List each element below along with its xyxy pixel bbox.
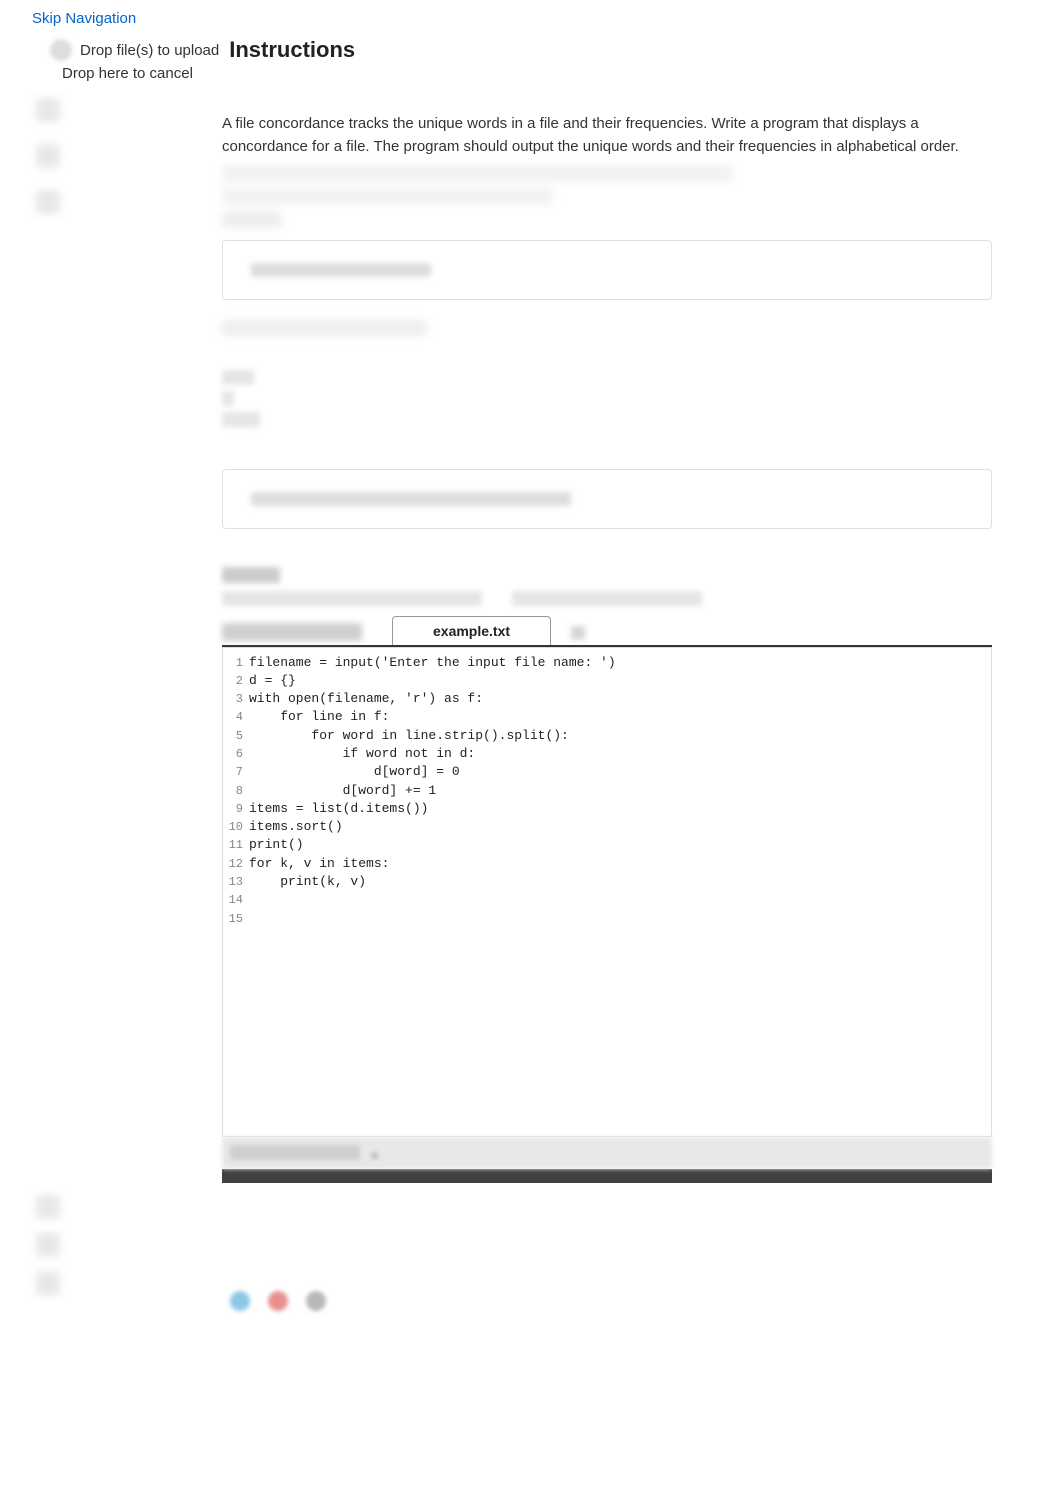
sidebar-bottom-item-1[interactable] <box>36 1195 60 1219</box>
blurred-code-content <box>251 492 571 506</box>
code-line: 14 <box>223 891 991 909</box>
grading-row <box>222 591 992 606</box>
code-editor[interactable]: 1filename = input('Enter the input file … <box>222 647 992 1137</box>
grading-left <box>222 591 482 606</box>
sidebar-item-2[interactable] <box>36 144 60 168</box>
sidebar-nav <box>36 98 60 214</box>
code-line: 1filename = input('Enter the input file … <box>223 654 991 672</box>
terminal-tab-bar: × <box>222 1137 992 1169</box>
status-icon-row <box>230 1291 992 1311</box>
code-line: 4 for line in f: <box>223 708 991 726</box>
status-icon-error[interactable] <box>268 1291 288 1311</box>
grading-right <box>512 591 702 606</box>
blurred-text-line <box>222 320 427 336</box>
upload-cancel-text: Drop here to cancel <box>0 65 1062 82</box>
terminal-output[interactable] <box>222 1169 992 1183</box>
blurred-word <box>222 391 234 406</box>
code-line: 2d = {} <box>223 672 991 690</box>
sidebar-bottom-item-2[interactable] <box>36 1233 60 1257</box>
tab-example-txt[interactable]: example.txt <box>392 616 551 645</box>
status-icon-settings[interactable] <box>306 1291 326 1311</box>
blurred-label <box>222 211 282 228</box>
terminal-close-icon[interactable]: × <box>370 1148 380 1158</box>
code-line: 13 print(k, v) <box>223 873 991 891</box>
terminal-tab[interactable] <box>230 1145 360 1160</box>
header-row: Drop file(s) to upload Instructions <box>0 37 1062 63</box>
code-line: 5 for word in line.strip().split(): <box>223 727 991 745</box>
example-code-box-2 <box>222 469 992 529</box>
example-code-box-1 <box>222 240 992 300</box>
app-logo <box>50 39 72 61</box>
tab-add-icon[interactable] <box>571 626 585 640</box>
instructions-paragraph: A file concordance tracks the unique wor… <box>222 112 992 159</box>
status-icon-info[interactable] <box>230 1291 250 1311</box>
page-title: Instructions <box>229 37 355 63</box>
code-line: 11print() <box>223 836 991 854</box>
blurred-text-line <box>222 188 552 205</box>
blurred-code-content <box>251 263 431 277</box>
code-line: 12for k, v in items: <box>223 855 991 873</box>
file-tab-bar: example.txt <box>222 616 992 647</box>
sidebar-bottom-nav <box>36 1195 60 1295</box>
grading-heading <box>222 567 280 583</box>
code-line: 7 d[word] = 0 <box>223 763 991 781</box>
skip-navigation-link[interactable]: Skip Navigation <box>0 0 168 37</box>
sidebar-bottom-item-3[interactable] <box>36 1271 60 1295</box>
code-line: 10items.sort() <box>223 818 991 836</box>
code-line: 8 d[word] += 1 <box>223 782 991 800</box>
blurred-word <box>222 370 254 385</box>
upload-drop-text: Drop file(s) to upload <box>80 42 219 59</box>
code-line: 15 <box>223 910 991 928</box>
sidebar-item-1[interactable] <box>36 98 60 122</box>
code-line: 3with open(filename, 'r') as f: <box>223 690 991 708</box>
sidebar-item-3[interactable] <box>36 190 60 214</box>
blurred-word <box>222 412 260 427</box>
blurred-text-line <box>222 165 732 182</box>
tab-hidden-left[interactable] <box>222 623 362 641</box>
main-content: A file concordance tracks the unique wor… <box>222 112 992 1311</box>
code-line: 6 if word not in d: <box>223 745 991 763</box>
code-line: 9items = list(d.items()) <box>223 800 991 818</box>
